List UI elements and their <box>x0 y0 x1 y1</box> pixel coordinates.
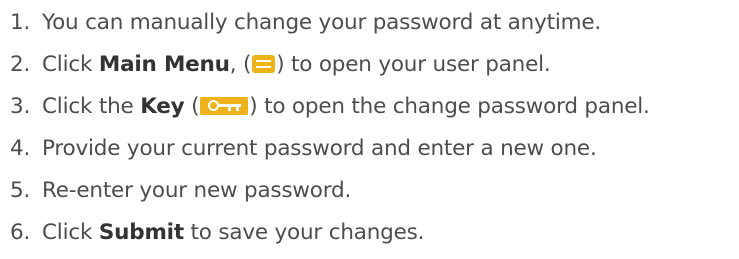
step-text-post: ) to open your user panel. <box>276 51 551 77</box>
step-number: 4. <box>10 135 31 161</box>
step-text-pre: Click the <box>42 93 141 119</box>
submit-label: Submit <box>98 219 184 245</box>
step-5: 5. Re-enter your new password. <box>0 170 351 210</box>
step-number: 3. <box>10 93 31 119</box>
step-4: 4. Provide your current password and ent… <box>0 128 597 168</box>
key-icon <box>200 97 249 115</box>
step-text-pre: Click <box>42 219 99 245</box>
step-number: 5. <box>10 177 31 203</box>
step-text-mid: , ( <box>229 51 252 77</box>
step-text-mid: ( <box>184 93 200 119</box>
menu-icon <box>252 55 276 73</box>
step-text-pre: Click <box>42 51 99 77</box>
step-number: 6. <box>10 219 31 245</box>
step-number: 2. <box>10 51 31 77</box>
step-text-post: ) to open the change password panel. <box>249 93 650 119</box>
step-number: 1. <box>10 9 31 35</box>
main-menu-label: Main Menu <box>98 51 230 77</box>
step-text-post: to save your changes. <box>183 219 425 245</box>
step-text: Click Submit to save your changes. <box>42 220 424 245</box>
step-6: 6. Click Submit to save your changes. <box>0 212 424 252</box>
step-text: Provide your current password and enter … <box>42 135 597 161</box>
step-text: You can manually change your password at… <box>42 9 602 35</box>
step-text: Re-enter your new password. <box>42 177 352 203</box>
step-2: 2. Click Main Menu, ( ) to open your user… <box>0 44 551 84</box>
step-3: 3. Click the Key ( ) to open the change p… <box>0 86 650 126</box>
step-text: Click Main Menu, ( ) to open your user pa… <box>42 52 551 77</box>
step-text: Click the Key ( ) to open the change pass… <box>42 94 650 119</box>
step-1: 1. You can manually change your password… <box>0 2 601 42</box>
key-label: Key <box>140 93 185 119</box>
